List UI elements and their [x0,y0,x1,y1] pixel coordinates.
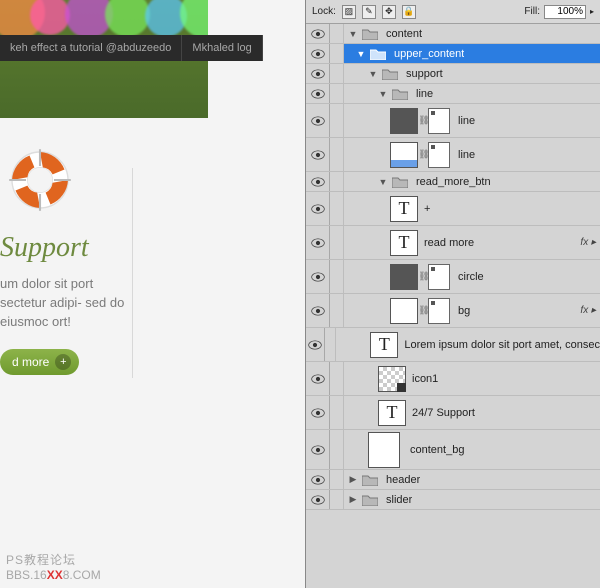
fx-badge[interactable]: fx ▸ [580,305,596,316]
visibility-toggle[interactable] [306,294,330,327]
read-more-label: d more [12,355,49,369]
support-title: Support [0,232,125,264]
layer-thumb [390,108,418,134]
support-body: um dolor sit port sectetur adipi- sed do… [0,274,125,331]
layer-upper-content[interactable]: ▼upper_content [306,44,600,64]
support-column: Support um dolor sit port sectetur adipi… [0,145,125,375]
lock-label: Lock: [312,6,336,17]
visibility-toggle[interactable] [306,396,330,429]
layer-thumb [390,142,418,168]
fill-label: Fill: [524,6,540,17]
visibility-toggle[interactable] [306,490,330,509]
mask-thumb [428,298,450,324]
layer-support-group[interactable]: ▼support [306,64,600,84]
layer-thumb [368,432,400,468]
layer-thumb [390,264,418,290]
document-tabs: keh effect a tutorial @abduzeedo Mkhaled… [0,35,263,61]
layer-circle[interactable]: ⛓circle [306,260,600,294]
layer-line-2[interactable]: ⛓line [306,138,600,172]
visibility-toggle[interactable] [306,470,330,489]
visibility-toggle[interactable] [306,192,330,225]
visibility-toggle[interactable] [306,430,330,469]
folder-icon [362,28,378,40]
visibility-toggle[interactable] [306,226,330,259]
plus-icon: + [55,354,71,370]
watermark-line1: PS教程论坛 [6,551,101,568]
visibility-toggle[interactable] [306,260,330,293]
visibility-toggle[interactable] [306,362,330,395]
visibility-toggle[interactable] [306,104,330,137]
mask-thumb [428,142,450,168]
layer-thumb [390,298,418,324]
tab-2[interactable]: Mkhaled log [182,35,262,61]
watermark: PS教程论坛 BBS.16XX8.COM [6,551,101,582]
layer-content[interactable]: ▼content [306,24,600,44]
layer-read-more[interactable]: Tread morefx ▸ [306,226,600,260]
lock-brush-icon[interactable]: ✎ [362,5,376,19]
layer-slider[interactable]: ▶slider [306,490,600,510]
visibility-toggle[interactable] [306,64,330,83]
fill-input[interactable] [544,5,586,19]
layer-line-1[interactable]: ⛓line [306,104,600,138]
visibility-toggle[interactable] [306,84,330,103]
visibility-toggle[interactable] [306,24,330,43]
folder-icon [362,494,378,506]
watermark-line2: BBS.16XX8.COM [6,568,101,582]
tab-1[interactable]: keh effect a tutorial @abduzeedo [0,35,182,61]
visibility-toggle[interactable] [306,44,330,63]
layer-line-group[interactable]: ▼line [306,84,600,104]
lock-bar: Lock: ▨ ✎ ✥ 🔒 Fill: ▸ [306,0,600,24]
layer-support-text[interactable]: T24/7 Support [306,396,600,430]
visibility-toggle[interactable] [306,328,325,361]
design-canvas: keh effect a tutorial @abduzeedo Mkhaled… [0,0,305,588]
layer-lorem[interactable]: TLorem ipsum dolor sit port amet, consec [306,328,600,362]
layer-header[interactable]: ▶header [306,470,600,490]
layer-read-more-group[interactable]: ▼read_more_btn [306,172,600,192]
fill-arrow-icon[interactable]: ▸ [590,7,594,16]
visibility-toggle[interactable] [306,172,330,191]
layer-bg[interactable]: ⛓bgfx ▸ [306,294,600,328]
lock-transparency-icon[interactable]: ▨ [342,5,356,19]
read-more-button[interactable]: d more + [0,349,79,375]
folder-icon [392,88,408,100]
text-layer-icon: T [378,400,406,426]
divider-line [132,168,133,378]
text-layer-icon: T [390,230,418,256]
smart-object-thumb [378,366,406,392]
folder-icon [370,48,386,60]
fx-badge[interactable]: fx ▸ [580,237,596,248]
lock-move-icon[interactable]: ✥ [382,5,396,19]
lock-all-icon[interactable]: 🔒 [402,5,416,19]
layer-content-bg[interactable]: content_bg [306,430,600,470]
mask-thumb [428,108,450,134]
visibility-toggle[interactable] [306,138,330,171]
layer-icon1[interactable]: icon1 [306,362,600,396]
text-layer-icon: T [370,332,398,358]
layer-tree: ▼content ▼upper_content ▼support ▼line ⛓… [306,24,600,588]
layers-panel: Lock: ▨ ✎ ✥ 🔒 Fill: ▸ ▼content ▼upper_co… [305,0,600,588]
folder-icon [362,474,378,486]
text-layer-icon: T [390,196,418,222]
lifebuoy-icon [5,145,75,215]
folder-icon [392,176,408,188]
layer-plus[interactable]: T+ [306,192,600,226]
mask-thumb [428,264,450,290]
folder-icon [382,68,398,80]
